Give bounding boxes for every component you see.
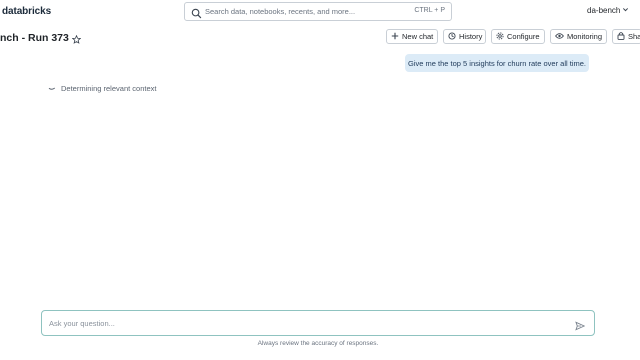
top-bar: databricks Search data, notebooks, recen…	[0, 0, 640, 24]
new-chat-label: New chat	[402, 32, 434, 41]
user-message-bubble: Give me the top 5 insights for churn rat…	[405, 54, 589, 72]
history-button[interactable]: History	[443, 29, 486, 44]
assistant-status: Determining relevant context	[48, 83, 156, 93]
monitoring-label: Monitoring	[567, 32, 603, 41]
global-search[interactable]: Search data, notebooks, recents, and mor…	[184, 2, 452, 21]
send-icon[interactable]	[575, 318, 586, 336]
configure-label: Configure	[507, 32, 540, 41]
loading-spinner-icon	[48, 83, 56, 93]
history-icon	[448, 31, 456, 42]
disclaimer-text: Always review the accuracy of responses.	[257, 340, 379, 347]
databricks-logo[interactable]: databricks	[2, 6, 51, 17]
workspace-switcher[interactable]: da-bench	[587, 6, 629, 15]
plus-icon	[391, 32, 399, 42]
star-icon[interactable]	[71, 31, 82, 49]
workspace-name: da-bench	[587, 6, 621, 15]
history-label: History	[459, 32, 483, 41]
question-placeholder: Ask your question...	[49, 319, 115, 328]
question-input[interactable]: Ask your question...	[41, 310, 595, 336]
lock-icon	[617, 31, 625, 42]
new-chat-button[interactable]: New chat	[386, 29, 438, 44]
gear-icon	[496, 31, 504, 42]
search-icon	[191, 6, 202, 24]
share-label: Sha	[628, 32, 640, 41]
monitoring-button[interactable]: Monitoring	[550, 29, 607, 44]
configure-button[interactable]: Configure	[491, 29, 545, 44]
eye-icon	[555, 32, 564, 42]
share-button[interactable]: Sha	[612, 29, 640, 44]
user-message-text: Give me the top 5 insights for churn rat…	[408, 58, 586, 68]
chevron-down-icon	[622, 6, 629, 15]
status-text: Determining relevant context	[61, 83, 157, 93]
page-title: nch - Run 373	[0, 32, 69, 44]
search-placeholder: Search data, notebooks, recents, and mor…	[205, 7, 356, 16]
search-shortcut: CTRL + P	[414, 7, 445, 14]
